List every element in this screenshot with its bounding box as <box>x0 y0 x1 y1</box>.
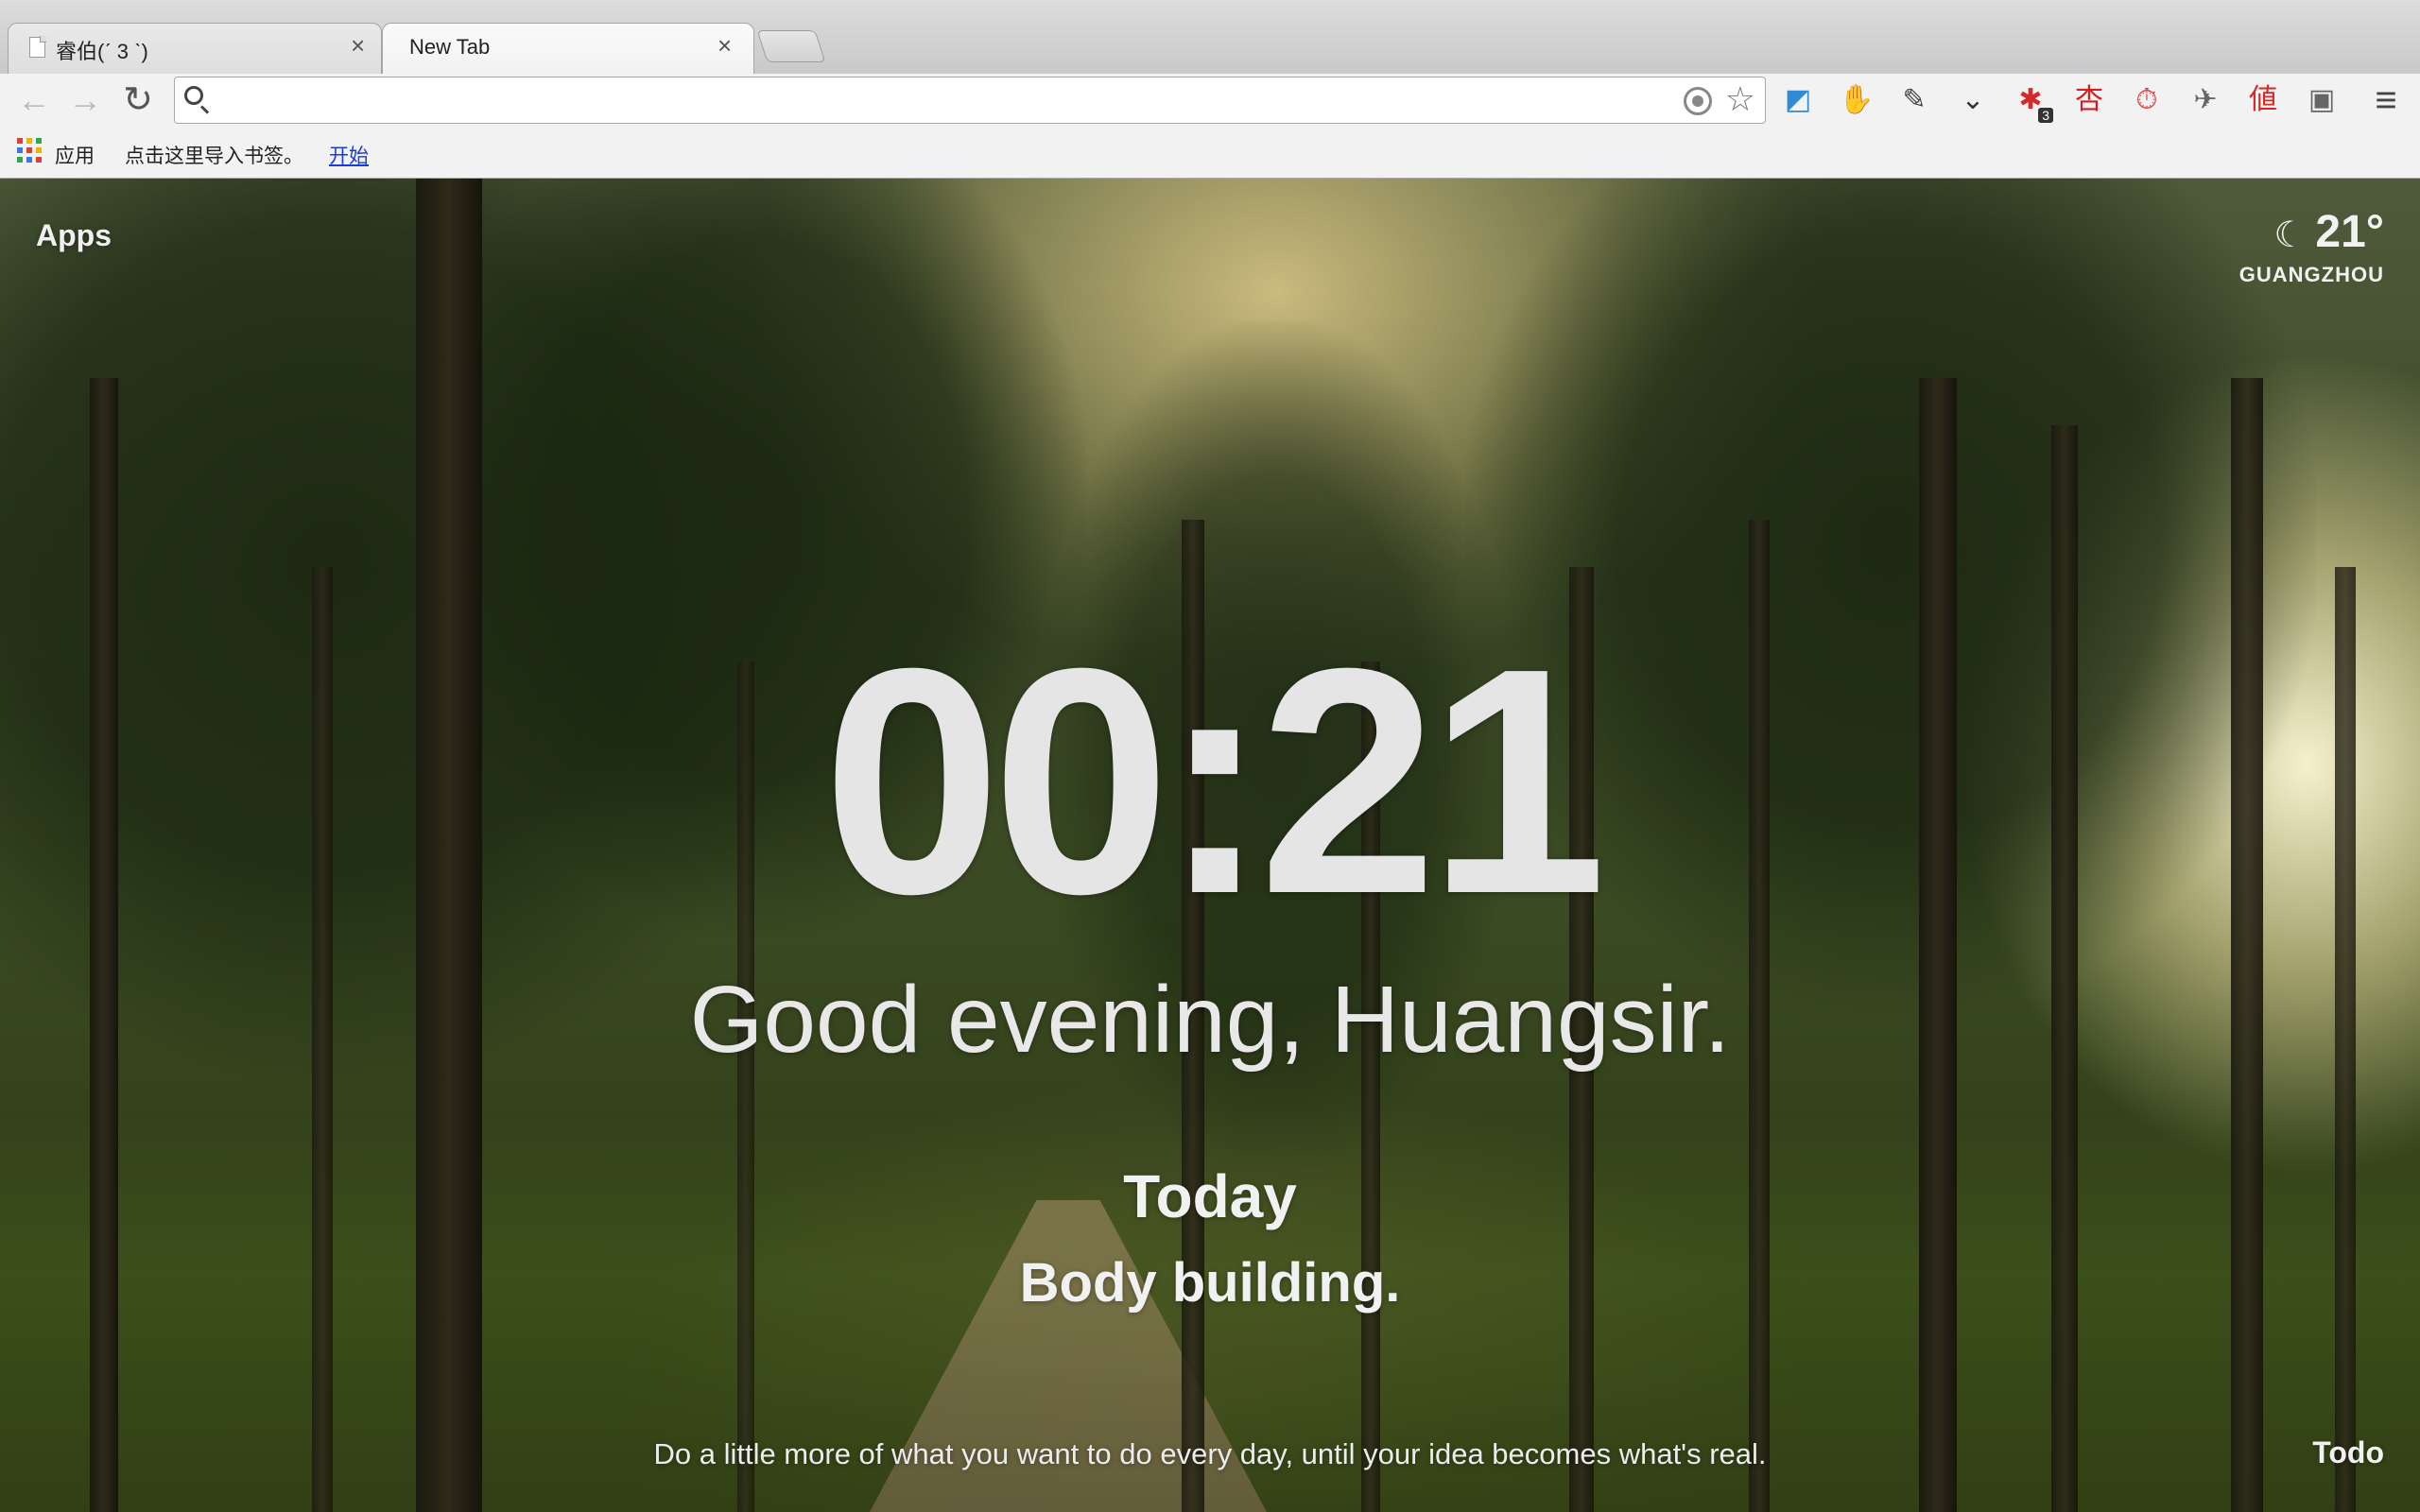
apps-link[interactable]: Apps <box>36 218 112 253</box>
forward-button[interactable]: → <box>64 79 106 121</box>
daily-quote: Do a little more of what you want to do … <box>653 1437 1767 1470</box>
clock: 00:21 <box>822 602 1607 961</box>
apps-grid-icon[interactable] <box>17 138 42 163</box>
bookmark-import-text: 点击这里导入书签。 <box>125 146 303 167</box>
bookmark-start-link[interactable]: 开始 <box>329 141 369 169</box>
tab-strip: 睿伯(ˊ 3 ˋ) × New Tab × <box>0 0 2420 75</box>
bookmarks-bar: 应用 点击这里导入书签。 开始 <box>0 129 2420 179</box>
menu-icon[interactable]: ≡ <box>2365 79 2407 121</box>
toolbar: ← → ↻ ☆ ◩ ✋ ✎ ⌄ ✱ 3 杏 ⏱ ✈ 値 ▣ ≡ <box>0 74 2420 129</box>
tab-close-icon[interactable]: × <box>351 33 365 58</box>
todo-button[interactable]: Todo <box>2312 1435 2384 1470</box>
omnibox[interactable]: ☆ <box>174 77 1766 124</box>
pocket-icon[interactable]: ⌄ <box>1954 81 1992 119</box>
tab-close-icon[interactable]: × <box>717 33 732 58</box>
clip-icon[interactable]: ✎ <box>1895 81 1933 119</box>
zhi-icon[interactable]: 値 <box>2244 81 2282 119</box>
camera-icon[interactable]: ▣ <box>2303 81 2341 119</box>
weather-temperature: 21° <box>2315 207 2384 257</box>
bookmark-star-icon[interactable]: ☆ <box>1725 80 1755 118</box>
tab-title: New Tab <box>409 35 491 59</box>
focus-task[interactable]: Body building. <box>0 1251 2420 1314</box>
reload-button[interactable]: ↻ <box>117 79 159 121</box>
red-extension-icon[interactable]: ✱ 3 <box>2012 81 2053 123</box>
weather-widget[interactable]: ☾ 21° GUANGZHOU <box>2239 209 2384 287</box>
page-icon <box>29 36 46 58</box>
bookmark-apps[interactable]: 应用 <box>55 141 95 169</box>
momentum-page: Apps ☾ 21° GUANGZHOU 00:21 Good evening, … <box>0 179 2420 1512</box>
evernote-icon[interactable]: ✋ <box>1838 81 1876 119</box>
moon-icon: ☾ <box>2273 215 2307 255</box>
search-icon <box>184 86 203 105</box>
weather-location: GUANGZHOU <box>2238 263 2384 286</box>
extension-badge: 3 <box>2038 108 2053 123</box>
tab-title: 睿伯(ˊ 3 ˋ) <box>56 40 148 63</box>
dropbox-like-icon[interactable]: ◩ <box>1779 81 1817 119</box>
tab-new-tab[interactable]: New Tab × <box>382 23 754 74</box>
bug-icon[interactable]: ✈ <box>2187 81 2224 119</box>
greeting[interactable]: Good evening, Huangsir. <box>0 968 2420 1072</box>
chinese-extension-icon[interactable]: 杏 <box>2070 81 2108 119</box>
focus-label: Today <box>1123 1162 1297 1230</box>
back-button[interactable]: ← <box>13 79 55 121</box>
tab-ruibo[interactable]: 睿伯(ˊ 3 ˋ) × <box>8 23 382 74</box>
location-target-icon[interactable] <box>1684 87 1712 115</box>
new-tab-button[interactable] <box>756 30 826 62</box>
timer-icon[interactable]: ⏱ <box>2128 81 2166 119</box>
